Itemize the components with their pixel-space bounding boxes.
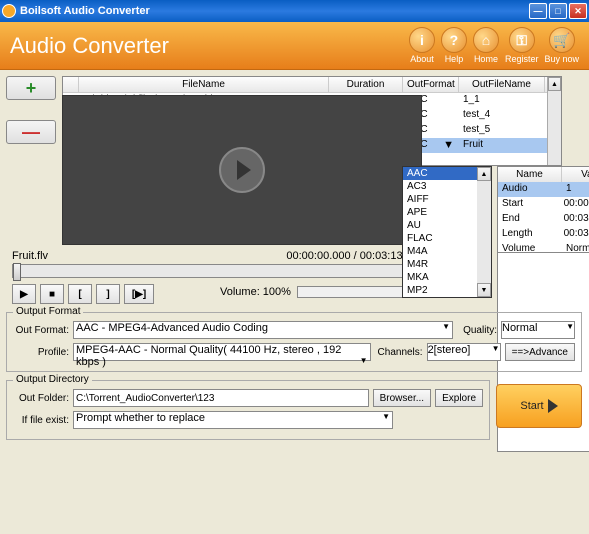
exist-label: If file exist:	[13, 415, 69, 426]
info-row[interactable]: Length00:03:13.592	[498, 227, 589, 242]
col-name[interactable]: Name	[498, 167, 562, 182]
col-filename[interactable]: FileName	[79, 77, 329, 92]
quality-select[interactable]: Normal▼	[501, 321, 575, 339]
info-row[interactable]: Audio1	[498, 182, 589, 197]
output-directory-group: Output Directory Out Folder: Browser... …	[6, 380, 490, 440]
play-icon	[548, 399, 558, 413]
info-row[interactable]: Start00:00:00.000	[498, 197, 589, 212]
play-icon	[237, 160, 251, 180]
remove-file-button[interactable]: —	[6, 120, 56, 144]
profile-select[interactable]: MPEG4-AAC - Normal Quality( 44100 Hz, st…	[73, 343, 371, 361]
scroll-down-icon[interactable]: ▼	[477, 283, 491, 297]
seek-slider[interactable]	[12, 264, 424, 278]
col-outfilename[interactable]: OutFileName	[459, 77, 545, 92]
stop-control[interactable]: ■	[40, 284, 64, 304]
home-icon: ⌂	[473, 27, 499, 53]
group-title: Output Directory	[13, 374, 92, 385]
info-icon: i	[409, 27, 435, 53]
table-scrollbar[interactable]: ▲	[547, 77, 561, 165]
folder-label: Out Folder:	[13, 393, 69, 404]
output-format-group: Output Format Out Format: AAC - MPEG4-Ad…	[6, 312, 582, 372]
group-title: Output Format	[13, 306, 83, 317]
play-button[interactable]	[219, 147, 265, 193]
advance-button[interactable]: ==>Advance	[505, 343, 575, 361]
buynow-button[interactable]: 🛒Buy now	[544, 27, 579, 64]
minimize-button[interactable]: —	[529, 3, 547, 19]
home-button[interactable]: ⌂Home	[473, 27, 499, 64]
scroll-up-icon[interactable]: ▲	[477, 167, 491, 181]
titlebar: Boilsoft Audio Converter — □ ✕	[0, 0, 589, 22]
channels-label: Channels:	[375, 347, 423, 358]
start-button[interactable]: Start	[496, 384, 582, 428]
app-title: Audio Converter	[10, 33, 409, 59]
mark-out-control[interactable]: ]	[96, 284, 120, 304]
scroll-up-icon[interactable]: ▲	[548, 77, 561, 91]
window-title: Boilsoft Audio Converter	[20, 5, 529, 17]
header: Audio Converter iAbout ?Help ⌂Home ⚿Regi…	[0, 22, 589, 70]
info-table: Name Value Audio1Start00:00:00.000End00:…	[497, 166, 589, 258]
mark-in-control[interactable]: [	[68, 284, 92, 304]
outformat-label: Out Format:	[13, 325, 69, 336]
format-dropdown[interactable]: AACAC3AIFFAPEAUFLACM4AM4RMKAMP2 ▲ ▼	[402, 166, 492, 298]
col-outformat[interactable]: OutFormat	[403, 77, 459, 92]
dropdown-scrollbar[interactable]: ▲ ▼	[477, 167, 491, 297]
volume-slider[interactable]	[297, 286, 407, 298]
register-button[interactable]: ⚿Register	[505, 27, 539, 64]
col-value[interactable]: Value	[562, 167, 589, 182]
col-duration[interactable]: Duration	[329, 77, 403, 92]
app-icon	[2, 4, 16, 18]
browse-button[interactable]: Browser...	[373, 389, 431, 407]
volume-label: Volume: 100%	[220, 286, 291, 298]
about-button[interactable]: iAbout	[409, 27, 435, 64]
range-control[interactable]: [▶]	[124, 284, 154, 304]
help-icon: ?	[441, 27, 467, 53]
current-file-label: Fruit.flv	[12, 250, 48, 262]
profile-label: Profile:	[13, 347, 69, 358]
seek-thumb[interactable]	[13, 263, 21, 281]
folder-input[interactable]	[73, 389, 369, 407]
info-row[interactable]: End00:03:13.592	[498, 212, 589, 227]
exist-select[interactable]: Prompt whether to replace▼	[73, 411, 393, 429]
maximize-button[interactable]: □	[549, 3, 567, 19]
channels-select[interactable]: 2[stereo]▼	[427, 343, 501, 361]
help-button[interactable]: ?Help	[441, 27, 467, 64]
explore-button[interactable]: Explore	[435, 389, 483, 407]
outformat-select[interactable]: AAC - MPEG4-Advanced Audio Coding▼	[73, 321, 453, 339]
close-button[interactable]: ✕	[569, 3, 587, 19]
cart-icon: 🛒	[549, 27, 575, 53]
quality-label: Quality:	[457, 325, 497, 336]
play-control[interactable]: ▶	[12, 284, 36, 304]
preview-panel	[62, 95, 422, 245]
key-icon: ⚿	[509, 27, 535, 53]
add-file-button[interactable]: +	[6, 76, 56, 100]
